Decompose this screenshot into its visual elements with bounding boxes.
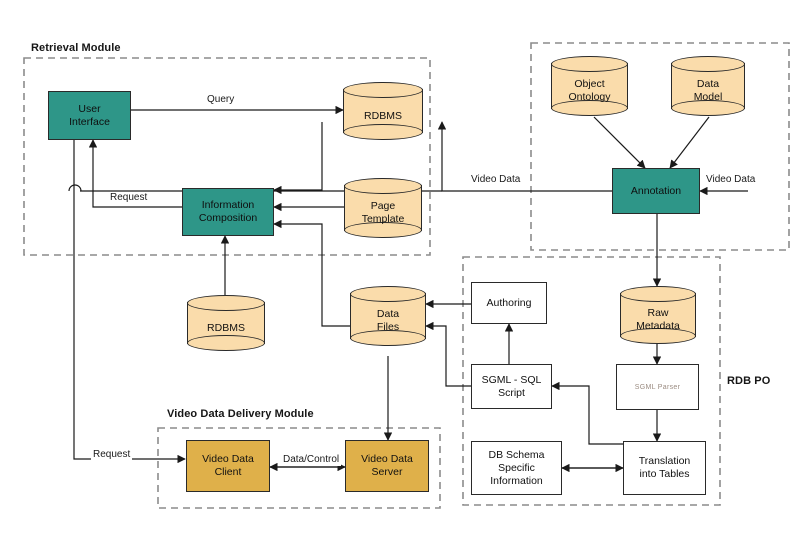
group-label-retrieval-module: Retrieval Module [31,42,121,54]
node-raw-metadata-label: Raw Metadata [636,307,680,332]
node-rdbms-bottom-label: RDBMS [207,321,245,334]
line-hop [68,184,82,192]
node-db-schema-specific-information-label: DB Schema Specific Information [488,448,545,487]
node-authoring-label: Authoring [486,296,532,309]
edge-label-data-control: Data/Control [281,454,342,466]
node-video-data-server-label: Video Data Server [361,453,413,478]
node-authoring[interactable]: Authoring [471,282,547,324]
node-rdbms-bottom[interactable]: RDBMS [187,295,265,351]
group-label-rdb-po: RDB PO [727,375,771,387]
node-user-interface[interactable]: User Interface [48,91,131,140]
node-information-composition[interactable]: Information Composition [182,188,274,236]
node-data-model[interactable]: Data Model [671,56,745,116]
node-annotation[interactable]: Annotation [612,168,700,214]
node-db-schema-specific-information[interactable]: DB Schema Specific Information [471,441,562,495]
node-sgml-sql-script-label: SGML - SQL Script [481,373,542,399]
node-annotation-label: Annotation [630,184,682,197]
edge-label-video-data-right: Video Data [704,174,758,186]
node-page-template[interactable]: Page Template [344,178,422,238]
node-sgml-parser[interactable]: SGML Parser [616,364,699,410]
edge-rdbms-to-infocomp [273,122,323,195]
node-video-data-client-label: Video Data Client [202,453,254,478]
diagram-canvas: Retrieval Module Video Data Delivery Mod… [0,0,800,544]
node-sgml-parser-label: SGML Parser [634,383,681,391]
node-data-model-label: Data Model [693,78,723,103]
edge-ontology-to-annotation [593,116,646,169]
node-rdbms-top-label: RDBMS [364,109,402,122]
node-object-ontology[interactable]: Object Ontology [551,56,628,116]
node-data-files[interactable]: Data Files [350,286,426,346]
edge-label-request-client: Request [91,449,133,461]
edge-datamodel-to-annotation [669,116,710,169]
node-object-ontology-label: Object Ontology [568,78,611,103]
edge-label-video-data-left: Video Data [469,174,523,186]
edge-translation-to-sgmlsql [551,381,623,445]
node-translation-into-tables-label: Translation into Tables [638,455,691,480]
edge-label-query: Query [205,94,237,106]
node-video-data-client[interactable]: Video Data Client [186,440,270,492]
node-raw-metadata[interactable]: Raw Metadata [620,286,696,344]
edge-sgmlsql-to-datafiles [425,321,471,387]
node-sgml-sql-script[interactable]: SGML - SQL Script [471,364,552,409]
node-rdbms-top[interactable]: RDBMS [343,82,423,140]
node-video-data-server[interactable]: Video Data Server [345,440,429,492]
node-data-files-label: Data Files [376,308,400,333]
node-user-interface-label: User Interface [69,102,110,128]
node-page-template-label: Page Template [361,200,405,225]
node-translation-into-tables[interactable]: Translation into Tables [623,441,706,495]
edge-label-request-ui: Request [108,192,150,204]
edge-datafiles-to-infocomp [273,219,350,327]
node-information-composition-label: Information Composition [198,199,258,224]
group-label-video-data-delivery-module: Video Data Delivery Module [167,408,314,420]
edge-annotation-to-rdbms [437,121,612,192]
